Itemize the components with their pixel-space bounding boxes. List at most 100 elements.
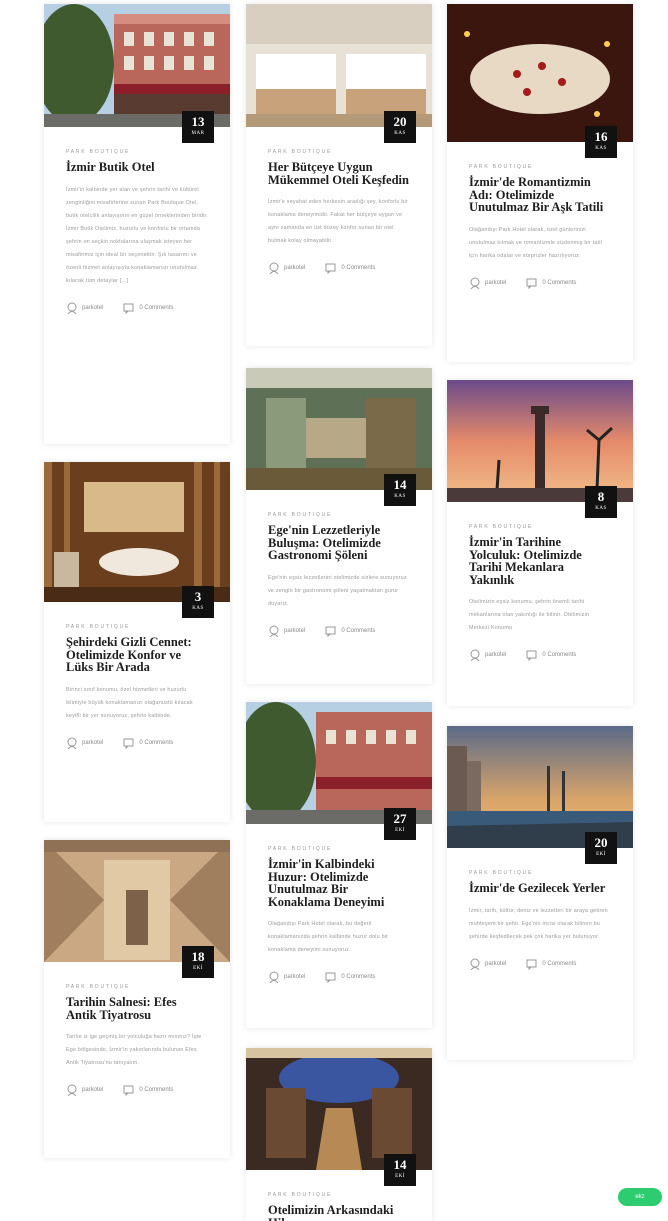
date-badge: 20 KAS	[384, 111, 416, 143]
post-title[interactable]: İzmir'de Romantizmin Adı: Otelimizde Unu…	[469, 176, 611, 214]
comments-link[interactable]: 0 Comments	[123, 302, 173, 314]
date-badge: 3 KAS	[182, 586, 214, 618]
post-category[interactable]: PARK BOUTIQUE	[66, 624, 208, 630]
post-excerpt: Ege'nin eşsiz lezzetlerini otelimizde si…	[268, 574, 407, 607]
comment-icon	[526, 959, 537, 970]
post-category[interactable]: PARK BOUTIQUE	[268, 149, 410, 155]
user-icon	[269, 262, 279, 274]
comments-link[interactable]: 0 Comments	[526, 277, 576, 289]
author-link[interactable]: parkotel	[268, 971, 305, 983]
post-meta: parkotel 0 Comments	[469, 649, 611, 661]
comment-icon	[325, 972, 336, 983]
post-meta: parkotel 0 Comments	[66, 302, 208, 314]
post-title[interactable]: İzmir Butik Otel	[66, 161, 208, 174]
post-category[interactable]: PARK BOUTIQUE	[66, 149, 208, 155]
chat-button[interactable]: ekz	[618, 1188, 662, 1206]
post-card[interactable]: 13 MAR PARK BOUTIQUE İzmir Butik Otel İzm…	[44, 4, 230, 444]
post-category[interactable]: PARK BOUTIQUE	[66, 984, 208, 990]
comments-link[interactable]: 0 Comments	[123, 1084, 173, 1096]
comments-link[interactable]: 0 Comments	[325, 971, 375, 983]
post-meta: parkotel 0 Comments	[268, 971, 410, 983]
post-image[interactable]: 3 KAS	[44, 462, 230, 618]
post-meta: parkotel 0 Comments	[268, 625, 410, 637]
post-excerpt: İzmir'e seyahat eden herkesin aradığı şe…	[268, 199, 408, 244]
post-card[interactable]: 14 EKİ PARK BOUTIQUE Otelimizin Arkasında…	[246, 1048, 432, 1221]
user-icon	[269, 625, 279, 637]
author-link[interactable]: parkotel	[268, 262, 305, 274]
date-badge: 14 EKİ	[384, 1154, 416, 1186]
post-title[interactable]: İzmir'in Tarihine Yolculuk: Otelimizde T…	[469, 536, 611, 586]
post-card[interactable]: 20 EKİ PARK BOUTIQUE İzmir'de Gezilecek Y…	[447, 726, 633, 1060]
author-link[interactable]: parkotel	[469, 649, 506, 661]
comments-link[interactable]: 0 Comments	[325, 625, 375, 637]
post-card[interactable]: 20 KAS PARK BOUTIQUE Her Bütçeye Uygun Mü…	[246, 4, 432, 346]
comments-link[interactable]: 0 Comments	[526, 649, 576, 661]
post-image[interactable]: 8 KAS	[447, 380, 633, 518]
author-link[interactable]: parkotel	[66, 737, 103, 749]
post-category[interactable]: PARK BOUTIQUE	[268, 846, 410, 852]
post-excerpt: Tarihe iz ige geçmiş bir yolculuğa hazır…	[66, 1034, 202, 1066]
user-icon	[470, 649, 480, 661]
post-meta: parkotel 0 Comments	[469, 958, 611, 970]
post-title[interactable]: İzmir'in Kalbindeki Huzur: Otelimizde Un…	[268, 858, 410, 908]
post-image[interactable]: 27 EKİ	[246, 702, 432, 840]
comment-icon	[526, 650, 537, 661]
comments-link[interactable]: 0 Comments	[123, 737, 173, 749]
author-link[interactable]: parkotel	[268, 625, 305, 637]
post-category[interactable]: PARK BOUTIQUE	[469, 524, 611, 530]
post-image[interactable]: 18 EKİ	[44, 840, 230, 978]
post-image[interactable]: 20 EKİ	[447, 726, 633, 864]
post-card[interactable]: 8 KAS PARK BOUTIQUE İzmir'in Tarihine Yol…	[447, 380, 633, 706]
user-icon	[67, 737, 77, 749]
post-title[interactable]: Her Bütçeye Uygun Mükemmel Oteli Keşfedi…	[268, 161, 410, 186]
author-link[interactable]: parkotel	[469, 277, 506, 289]
post-card[interactable]: 18 EKİ PARK BOUTIQUE Tarihin Salnesi: Efe…	[44, 840, 230, 1158]
author-link[interactable]: parkotel	[469, 958, 506, 970]
post-card[interactable]: 3 KAS PARK BOUTIQUE Şehirdeki Gizli Cenne…	[44, 462, 230, 822]
post-card[interactable]: 16 KAS PARK BOUTIQUE İzmir'de Romantizmin…	[447, 4, 633, 362]
post-excerpt: Olağandışı Park Hotel olarak, bu değerli…	[268, 921, 389, 953]
post-category[interactable]: PARK BOUTIQUE	[469, 870, 611, 876]
post-image[interactable]: 13 MAR	[44, 4, 230, 143]
post-meta: parkotel 0 Comments	[268, 262, 410, 274]
post-image[interactable]: 16 KAS	[447, 4, 633, 158]
post-excerpt: Olağandışı Park Hotel olarak, özel günle…	[469, 226, 603, 259]
post-title[interactable]: Ege'nin Lezzetleriyle Buluşma: Otelimizd…	[268, 524, 410, 562]
comment-icon	[123, 738, 134, 749]
user-icon	[269, 971, 279, 983]
user-icon	[67, 302, 77, 314]
author-link[interactable]: parkotel	[66, 302, 103, 314]
date-badge: 20 EKİ	[585, 832, 617, 864]
post-title[interactable]: İzmir'de Gezilecek Yerler	[469, 882, 611, 895]
post-meta: parkotel 0 Comments	[66, 737, 208, 749]
post-title[interactable]: Tarihin Salnesi: Efes Antik Tiyatrosu	[66, 996, 208, 1021]
author-link[interactable]: parkotel	[66, 1084, 103, 1096]
user-icon	[67, 1084, 77, 1096]
comments-link[interactable]: 0 Comments	[325, 262, 375, 274]
comment-icon	[123, 1085, 134, 1096]
post-meta: parkotel 0 Comments	[469, 277, 611, 289]
user-icon	[470, 277, 480, 289]
user-icon	[470, 958, 480, 970]
post-card[interactable]: 14 KAS PARK BOUTIQUE Ege'nin Lezzetleriyl…	[246, 368, 432, 684]
post-title[interactable]: Otelimizin Arkasındaki Hikaye	[268, 1204, 410, 1221]
post-excerpt: Birinci sınıf konumu, özel hizmetleri ve…	[66, 686, 193, 719]
comment-icon	[123, 303, 134, 314]
date-badge: 8 KAS	[585, 486, 617, 518]
date-badge: 13 MAR	[182, 111, 214, 143]
post-image[interactable]: 14 EKİ	[246, 1048, 432, 1186]
comment-icon	[526, 278, 537, 289]
post-card[interactable]: 27 EKİ PARK BOUTIQUE İzmir'in Kalbindeki …	[246, 702, 432, 1028]
comments-link[interactable]: 0 Comments	[526, 958, 576, 970]
post-category[interactable]: PARK BOUTIQUE	[268, 512, 410, 518]
date-badge: 16 KAS	[585, 126, 617, 158]
post-meta: parkotel 0 Comments	[66, 1084, 208, 1096]
post-category[interactable]: PARK BOUTIQUE	[469, 164, 611, 170]
post-excerpt: İzmir'in kalbinde yer alan ve şehrin tar…	[66, 186, 208, 284]
post-category[interactable]: PARK BOUTIQUE	[268, 1192, 410, 1198]
post-title[interactable]: Şehirdeki Gizli Cennet: Otelimizde Konfo…	[66, 636, 208, 674]
post-image[interactable]: 14 KAS	[246, 368, 432, 506]
date-badge: 27 EKİ	[384, 808, 416, 840]
post-excerpt: İzmir, tarih, kültür, deniz ve lezzetler…	[469, 907, 608, 940]
post-image[interactable]: 20 KAS	[246, 4, 432, 143]
